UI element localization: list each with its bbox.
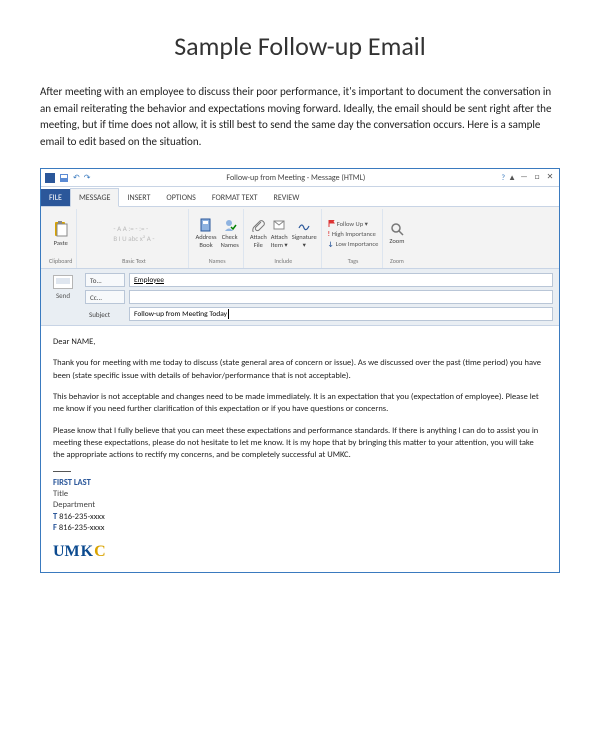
app-icon: [45, 173, 55, 183]
signature-name: FIRST LAST: [53, 478, 547, 489]
subject-label: Subject: [85, 310, 125, 319]
signature-button[interactable]: Signature ▾: [292, 218, 317, 249]
page-title: Sample Follow-up Email: [40, 30, 560, 62]
ribbon-group-label: Include: [274, 256, 292, 266]
zoom-button[interactable]: Zoom: [389, 222, 404, 245]
ribbon-group-tags: Follow Up ▾ !High Importance ↓Low Import…: [324, 209, 384, 268]
signature-icon: [297, 218, 311, 232]
to-field[interactable]: Employee: [129, 273, 553, 287]
check-names-button[interactable]: Check Names: [221, 218, 239, 249]
send-button[interactable]: Send: [47, 273, 79, 321]
signature-separator: [53, 471, 71, 472]
maximize-button[interactable]: □: [532, 173, 542, 182]
send-envelope-icon: [53, 275, 73, 289]
zoom-icon: [390, 222, 404, 236]
paste-button[interactable]: Paste: [52, 220, 70, 247]
tab-message[interactable]: MESSAGE: [70, 188, 119, 207]
ribbon-group-zoom: Zoom Zoom: [385, 209, 408, 268]
ribbon-group-label: Zoom: [390, 256, 404, 266]
outlook-compose-window: ↶ ↷ Follow-up from Meeting - Message (HT…: [40, 168, 560, 573]
ribbon-group-names: Address Book Check Names Names: [191, 209, 243, 268]
ribbon-group-label: Clipboard: [49, 256, 72, 266]
check-names-icon: [223, 218, 237, 232]
intro-paragraph: After meeting with an employee to discus…: [40, 84, 560, 150]
ribbon-tabs: FILE MESSAGE INSERT OPTIONS FORMAT TEXT …: [41, 187, 559, 207]
close-button[interactable]: ✕: [545, 173, 555, 182]
signature-block: FIRST LAST Title Department T 816-235-xx…: [53, 478, 547, 563]
tab-file[interactable]: FILE: [41, 189, 70, 206]
attach-file-button[interactable]: Attach File: [250, 218, 267, 249]
window-titlebar: ↶ ↷ Follow-up from Meeting - Message (HT…: [41, 169, 559, 187]
attach-item-icon: [272, 218, 286, 232]
attach-item-button[interactable]: Attach Item ▾: [271, 218, 288, 249]
flag-icon: [328, 220, 335, 227]
ribbon-group-include: Attach File Attach Item ▾ Signature ▾ In…: [246, 209, 322, 268]
paste-icon: [52, 220, 70, 238]
cc-field[interactable]: [129, 290, 553, 304]
tab-insert[interactable]: INSERT: [119, 189, 158, 206]
ribbon-group-label: Tags: [348, 256, 359, 266]
ribbon-toggle-icon[interactable]: ▲: [508, 173, 516, 183]
follow-up-button[interactable]: Follow Up ▾: [328, 220, 379, 228]
compose-header: Send To... Employee Cc... Subject Follow…: [41, 269, 559, 326]
paperclip-icon: [251, 218, 265, 232]
ribbon-group-label: Basic Text: [122, 256, 146, 266]
tab-options[interactable]: OPTIONS: [158, 189, 203, 206]
low-importance-button[interactable]: ↓Low Importance: [328, 240, 379, 248]
tab-format-text[interactable]: FORMAT TEXT: [204, 189, 266, 206]
address-book-icon: [199, 218, 213, 232]
umkc-logo: UMKC: [53, 541, 547, 563]
minimize-button[interactable]: —: [519, 173, 529, 182]
body-paragraph-3: Please know that I fully believe that yo…: [53, 425, 547, 462]
subject-field[interactable]: Follow-up from Meeting Today: [129, 307, 553, 321]
redo-icon[interactable]: ↷: [84, 173, 91, 183]
greeting: Dear NAME,: [53, 336, 547, 348]
signature-department: Department: [53, 500, 547, 511]
signature-title: Title: [53, 489, 547, 500]
signature-fax: F 816-235-xxxx: [53, 523, 547, 534]
undo-icon[interactable]: ↶: [73, 173, 80, 183]
tab-review[interactable]: REVIEW: [266, 189, 308, 206]
help-icon[interactable]: ?: [501, 173, 505, 183]
body-paragraph-2: This behavior is not acceptable and chan…: [53, 391, 547, 416]
ribbon-group-clipboard: Paste Clipboard: [45, 209, 77, 268]
high-importance-icon: !: [328, 230, 330, 238]
font-controls[interactable]: - A A := - := - B I U abc x² A -: [113, 211, 154, 256]
address-book-button[interactable]: Address Book: [195, 218, 216, 249]
signature-phone: T 816-235-xxxx: [53, 512, 547, 523]
save-icon[interactable]: [59, 173, 69, 183]
email-body[interactable]: Dear NAME, Thank you for meeting with me…: [41, 326, 559, 572]
ribbon: Paste Clipboard - A A := - := - B I U ab…: [41, 207, 559, 269]
ribbon-group-label: Names: [209, 256, 226, 266]
ribbon-group-basic-text: - A A := - := - B I U abc x² A - Basic T…: [79, 209, 189, 268]
body-paragraph-1: Thank you for meeting with me today to d…: [53, 357, 547, 382]
cc-button[interactable]: Cc...: [85, 290, 125, 304]
high-importance-button[interactable]: !High Importance: [328, 230, 379, 238]
qat: ↶ ↷: [45, 173, 90, 183]
window-title: Follow-up from Meeting - Message (HTML): [90, 173, 501, 183]
to-button[interactable]: To...: [85, 273, 125, 287]
low-importance-icon: ↓: [328, 240, 334, 248]
